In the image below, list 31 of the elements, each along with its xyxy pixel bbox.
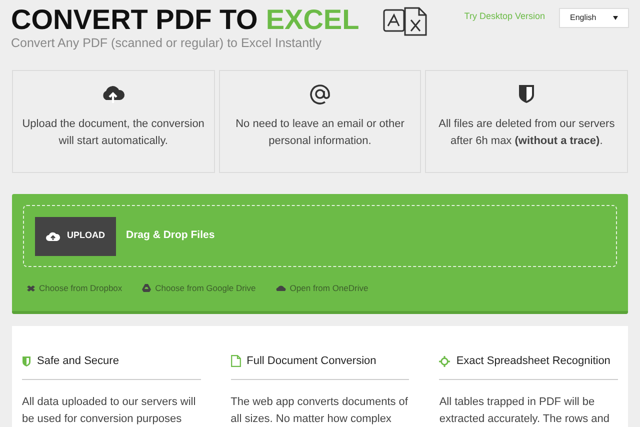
feature-title: Safe and Secure xyxy=(37,354,119,369)
page-subtitle: Convert Any PDF (scanned or regular) to Excel Instantly xyxy=(11,36,323,50)
drop-label: Drag & Drop Files xyxy=(126,228,215,244)
source-link[interactable]: Choose from Dropbox xyxy=(27,282,122,295)
language-select[interactable]: English xyxy=(559,8,629,28)
card-text: Upload the document, the conversion will start automatically. xyxy=(21,117,206,149)
source-link[interactable]: Open from OneDrive xyxy=(276,282,368,295)
page-title-highlight: EXCEL xyxy=(266,4,360,36)
pdf-to-excel-icon xyxy=(383,6,430,36)
source-link[interactable]: Choose from Google Drive xyxy=(142,282,256,295)
cloud-icon xyxy=(276,285,286,292)
page-title: CONVERT PDF TO xyxy=(11,4,258,36)
shield-icon xyxy=(518,84,536,104)
drive-icon xyxy=(142,284,152,292)
desktop-version-link[interactable]: Try Desktop Version xyxy=(464,10,545,24)
document-icon xyxy=(230,355,241,368)
feature-text: All data uploaded to our servers will be used for conversion purposes xyxy=(22,394,197,426)
caret-icon xyxy=(613,16,618,20)
at-sign-icon xyxy=(308,83,331,105)
card-text: All files are deleted from our servers after 6h max (without a trace). xyxy=(438,117,616,149)
shield-icon xyxy=(22,356,31,367)
feature-title: Full Document Conversion xyxy=(246,354,376,369)
crosshair-icon xyxy=(439,356,450,367)
feature-text: The web app converts documents of all sizes. No matter how complex xyxy=(230,394,409,426)
drop-zone[interactable]: UPLOAD Drag & Drop Files xyxy=(23,205,617,267)
cloud-upload-icon xyxy=(46,230,60,242)
cloud-upload-icon xyxy=(101,84,126,104)
feature-text: All tables trapped in PDF will be extracted accurately. The rows and xyxy=(439,394,611,426)
feature-title: Exact Spreadsheet Recognition xyxy=(456,354,610,369)
upload-button[interactable]: UPLOAD xyxy=(35,216,116,256)
card-text: No need to leave an email or other personal information. xyxy=(234,117,406,149)
